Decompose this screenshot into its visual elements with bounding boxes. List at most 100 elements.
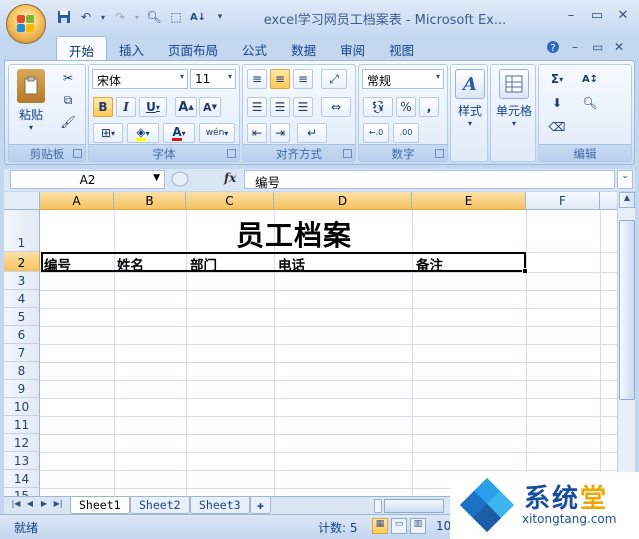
- align-middle-icon[interactable]: ≡: [270, 69, 290, 89]
- close-button[interactable]: ✕: [612, 8, 634, 26]
- underline-button[interactable]: U ▾: [139, 97, 167, 117]
- row-header-15[interactable]: 15: [4, 488, 40, 496]
- print-preview-icon[interactable]: 🔍︎: [145, 8, 163, 26]
- column-header-e[interactable]: E: [412, 192, 526, 210]
- wrap-text-icon[interactable]: ↵: [297, 123, 327, 143]
- column-header-f[interactable]: F: [526, 192, 600, 210]
- copy-icon[interactable]: ⧉: [57, 90, 79, 110]
- tab-data[interactable]: 数据: [279, 36, 328, 60]
- minimize-button[interactable]: –: [560, 8, 582, 26]
- align-top-icon[interactable]: ≡: [247, 69, 267, 89]
- scroll-thumb[interactable]: [619, 220, 635, 400]
- comma-button[interactable]: ,: [419, 97, 439, 117]
- row-header-12[interactable]: 12: [4, 434, 40, 452]
- page-layout-view-icon[interactable]: ▭: [391, 518, 407, 534]
- scroll-up-icon[interactable]: ▲: [619, 192, 635, 208]
- column-header-b[interactable]: B: [114, 192, 186, 210]
- first-sheet-icon[interactable]: |◀: [10, 499, 22, 513]
- orientation-icon[interactable]: ⤢: [321, 69, 347, 89]
- row-header-6[interactable]: 6: [4, 326, 40, 344]
- align-left-icon[interactable]: ☰: [247, 97, 267, 117]
- row-header-14[interactable]: 14: [4, 470, 40, 488]
- row-header-2[interactable]: 2: [4, 252, 40, 272]
- fill-icon[interactable]: ⬇: [543, 93, 571, 113]
- tab-review[interactable]: 审阅: [328, 36, 377, 60]
- save-icon[interactable]: [55, 8, 73, 26]
- row-header-11[interactable]: 11: [4, 416, 40, 434]
- find-select-icon[interactable]: 🔍︎: [575, 93, 605, 113]
- chevron-down-icon[interactable]: ▼: [153, 173, 160, 183]
- worksheet-grid[interactable]: A B C D E F 1 2 3 4 5 6 7 8 9 10 11 12 1…: [4, 192, 617, 496]
- decrease-indent-icon[interactable]: ⇤: [247, 123, 267, 143]
- normal-view-icon[interactable]: ▦: [372, 518, 388, 534]
- row-header-13[interactable]: 13: [4, 452, 40, 470]
- clear-icon[interactable]: ⌫: [543, 117, 571, 137]
- insert-function-icon[interactable]: fx: [224, 171, 236, 185]
- paste-button[interactable]: 粘贴 ▾: [13, 69, 49, 132]
- tab-formulas[interactable]: 公式: [230, 36, 279, 60]
- row-header-3[interactable]: 3: [4, 272, 40, 290]
- shrink-font-button[interactable]: A ▼: [199, 97, 221, 117]
- tab-home[interactable]: 开始: [56, 36, 108, 60]
- name-box[interactable]: A2 ▼: [10, 170, 165, 189]
- splitter-icon[interactable]: [170, 170, 190, 188]
- ribbon-minimize-icon[interactable]: –: [572, 40, 578, 54]
- undo-dropdown-icon[interactable]: ▾: [99, 8, 107, 26]
- merge-center-icon[interactable]: ⇔: [321, 97, 351, 117]
- font-color-button[interactable]: A ▾: [163, 123, 195, 143]
- phonetic-button[interactable]: wén ▾: [199, 123, 235, 143]
- clipboard-launcher-icon[interactable]: [73, 149, 82, 158]
- borders-button[interactable]: ⊞ ▾: [93, 123, 123, 143]
- paste-dropdown-icon[interactable]: ▾: [13, 123, 49, 132]
- fill-handle[interactable]: [522, 268, 528, 274]
- increase-indent-icon[interactable]: ⇥: [270, 123, 290, 143]
- ribbon-close-icon[interactable]: ✕: [614, 40, 624, 54]
- align-right-icon[interactable]: ☰: [293, 97, 313, 117]
- select-all-corner[interactable]: [4, 192, 40, 210]
- cells-button[interactable]: 单元格 ▾: [491, 69, 537, 128]
- number-format-combo[interactable]: 常规 ▾: [362, 69, 444, 89]
- column-header-c[interactable]: C: [186, 192, 274, 210]
- autosum-button[interactable]: Σ ▾: [543, 69, 571, 89]
- align-bottom-icon[interactable]: ≡: [293, 69, 313, 89]
- help-icon[interactable]: ?: [546, 40, 560, 57]
- customize-qat-icon[interactable]: ▾: [211, 8, 229, 26]
- row-header-8[interactable]: 8: [4, 362, 40, 380]
- prev-sheet-icon[interactable]: ◀: [24, 499, 36, 513]
- row-header-9[interactable]: 9: [4, 380, 40, 398]
- zoom-level[interactable]: 10: [436, 519, 451, 533]
- font-name-combo[interactable]: 宋体 ▾: [92, 69, 188, 89]
- redo-icon[interactable]: ↷: [111, 8, 129, 26]
- row-header-7[interactable]: 7: [4, 344, 40, 362]
- select-icon[interactable]: ⬚: [167, 8, 185, 26]
- redo-dropdown-icon[interactable]: ▾: [133, 8, 141, 26]
- formula-input[interactable]: 编号: [244, 170, 615, 190]
- tab-view[interactable]: 视图: [377, 36, 426, 60]
- increase-decimal-icon[interactable]: ←.0: [363, 123, 389, 143]
- last-sheet-icon[interactable]: ▶|: [52, 499, 64, 513]
- styles-button[interactable]: A 样式 ▾: [453, 69, 487, 128]
- font-size-combo[interactable]: 11 ▾: [190, 69, 236, 89]
- insert-sheet-icon[interactable]: ✚: [250, 497, 271, 514]
- column-header-a[interactable]: A: [40, 192, 114, 210]
- grow-font-button[interactable]: A ▲: [175, 97, 197, 117]
- sheet-tab-1[interactable]: Sheet1: [70, 497, 130, 514]
- row-header-5[interactable]: 5: [4, 308, 40, 326]
- align-center-icon[interactable]: ☰: [270, 97, 290, 117]
- tab-insert[interactable]: 插入: [107, 36, 156, 60]
- next-sheet-icon[interactable]: ▶: [38, 499, 50, 513]
- row-header-10[interactable]: 10: [4, 398, 40, 416]
- restore-button[interactable]: ▭: [586, 8, 608, 26]
- cut-icon[interactable]: ✂: [57, 68, 79, 88]
- vertical-scrollbar[interactable]: ▲: [617, 192, 635, 496]
- horizontal-scroll-splitter[interactable]: [374, 499, 382, 513]
- horizontal-scroll-thumb[interactable]: [384, 499, 444, 513]
- italic-button[interactable]: I: [116, 97, 136, 117]
- format-painter-icon[interactable]: 🖌︎: [57, 112, 79, 132]
- sheet-tab-2[interactable]: Sheet2: [130, 497, 190, 514]
- expand-formula-bar-icon[interactable]: ⌄: [617, 170, 633, 189]
- undo-icon[interactable]: ↶: [77, 8, 95, 26]
- cell-title-merged[interactable]: 员工档案: [184, 214, 404, 254]
- tab-page-layout[interactable]: 页面布局: [156, 36, 230, 60]
- sheet-tab-3[interactable]: Sheet3: [190, 497, 250, 514]
